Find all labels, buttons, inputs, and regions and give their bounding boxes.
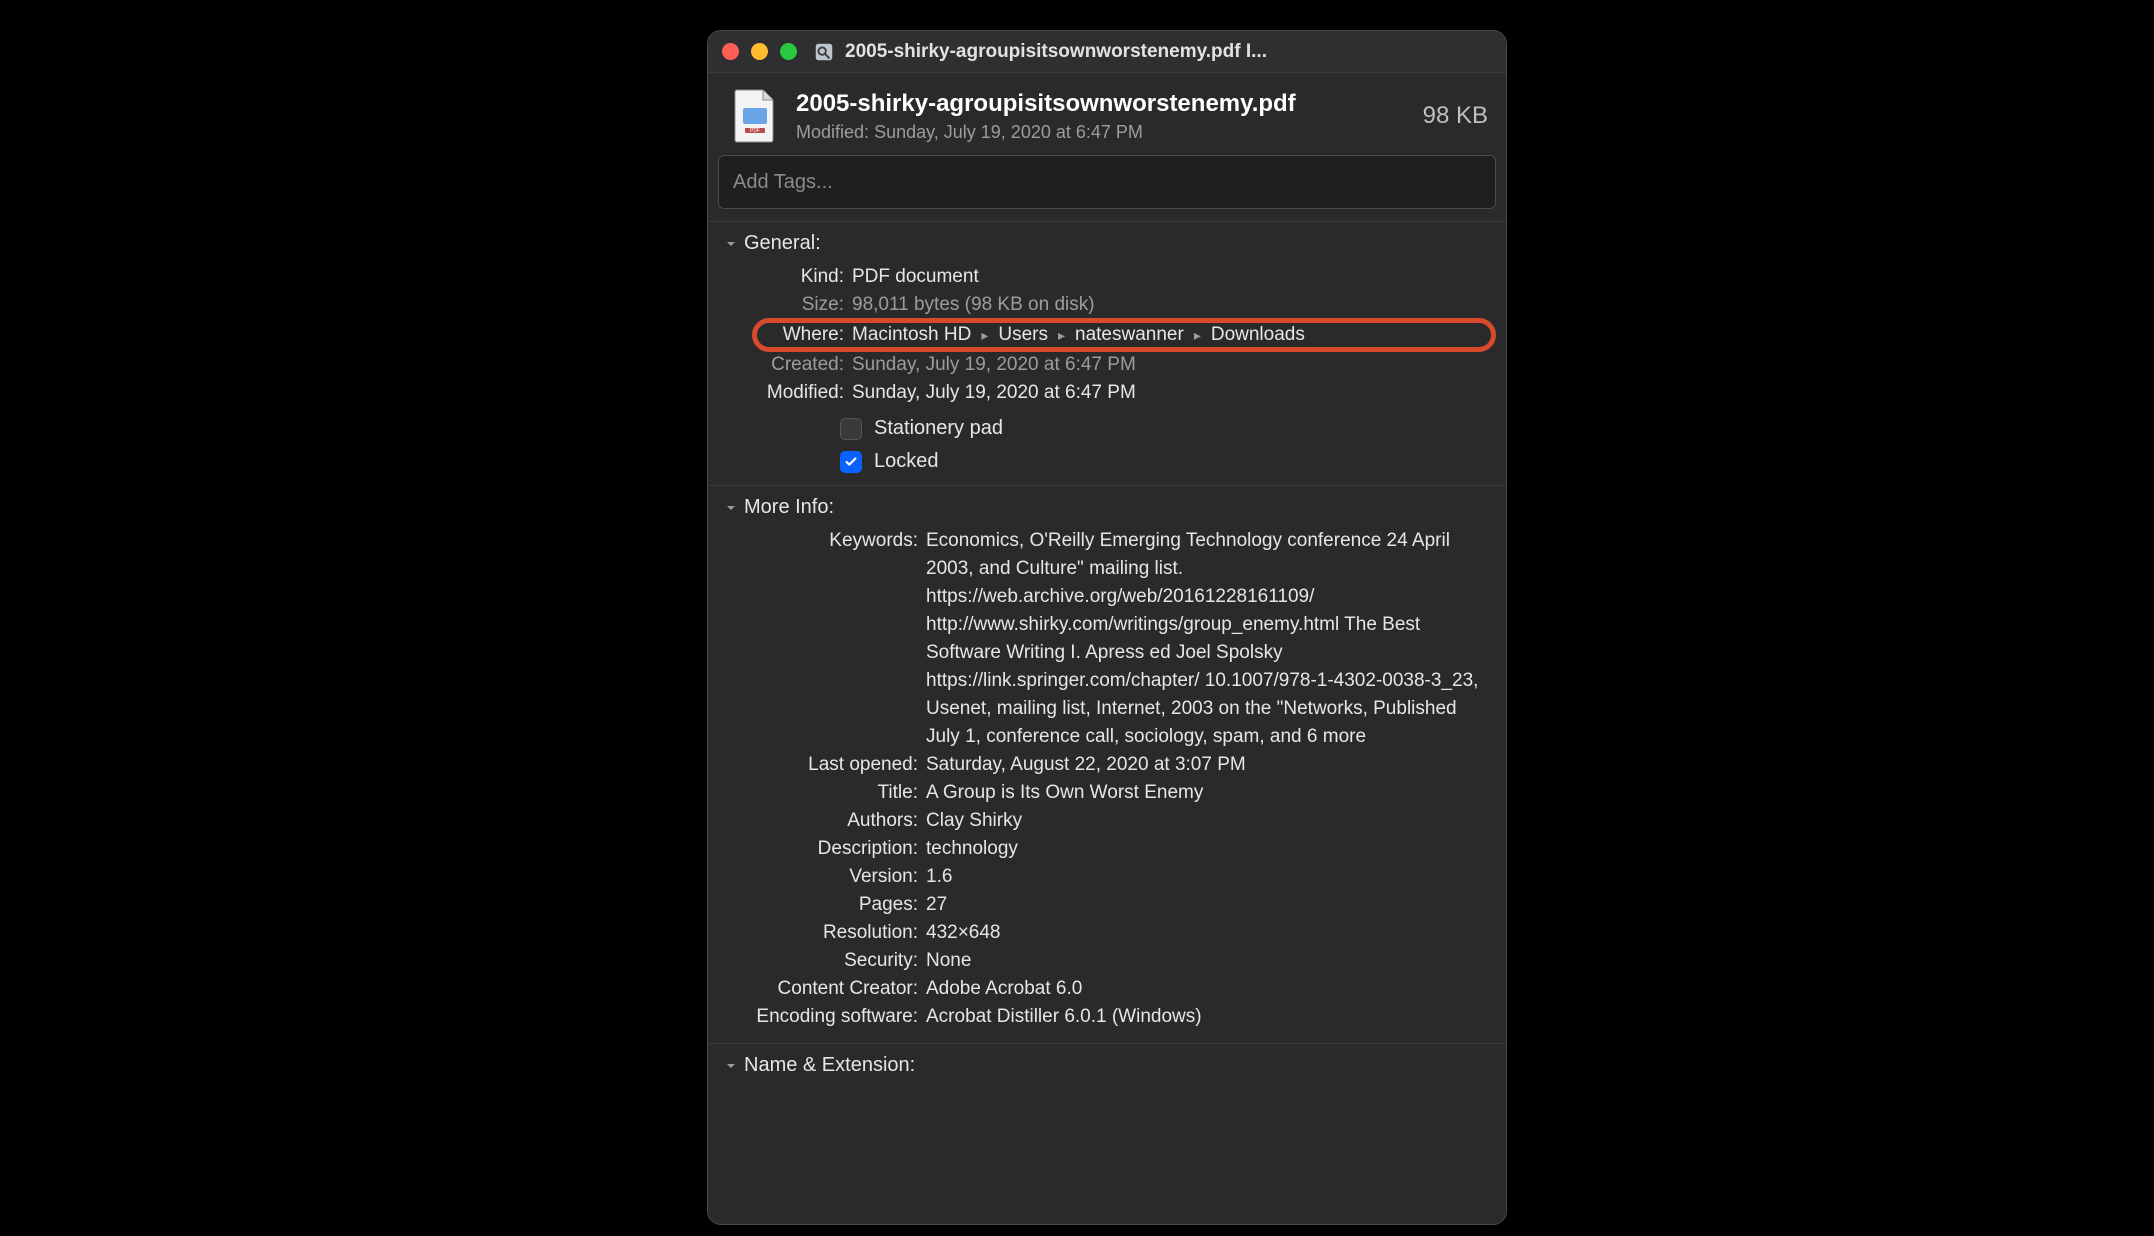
row-where: Where: Macintosh HD ▸ Users ▸ nateswanne… [724, 321, 1490, 349]
preview-app-icon [813, 41, 835, 63]
section-general-header[interactable]: General: [724, 232, 1490, 255]
row-authors: Authors: Clay Shirky [724, 807, 1490, 835]
row-version: Version: 1.6 [724, 863, 1490, 891]
section-general: General: Kind: PDF document Size: 98,011… [708, 221, 1506, 485]
modified-value: Sunday, July 19, 2020 at 6:47 PM [874, 122, 1143, 142]
row-last-opened: Last opened: Saturday, August 22, 2020 a… [724, 751, 1490, 779]
section-general-title: General: [744, 232, 821, 255]
section-more-info-header[interactable]: More Info: [724, 496, 1490, 519]
row-size: Size: 98,011 bytes (98 KB on disk) [724, 291, 1490, 319]
section-name-extension: Name & Extension: [708, 1043, 1506, 1101]
titlebar: 2005-shirky-agroupisitsownworstenemy.pdf… [708, 31, 1506, 73]
path-sep-icon: ▸ [1054, 321, 1069, 349]
row-security: Security: None [724, 947, 1490, 975]
modified-label: Modified: [796, 122, 869, 142]
chevron-down-icon [724, 501, 738, 515]
row-keywords: Keywords: Economics, O'Reilly Emerging T… [724, 527, 1490, 751]
checkbox-icon [840, 418, 862, 440]
chevron-down-icon [724, 1059, 738, 1073]
chevron-down-icon [724, 237, 738, 251]
section-name-extension-header[interactable]: Name & Extension: [724, 1054, 1490, 1077]
row-content-creator: Content Creator: Adobe Acrobat 6.0 [724, 975, 1490, 1003]
row-pages: Pages: 27 [724, 891, 1490, 919]
tags-input[interactable] [718, 155, 1496, 209]
row-kind: Kind: PDF document [724, 263, 1490, 291]
checkbox-checked-icon [840, 451, 862, 473]
info-window: 2005-shirky-agroupisitsownworstenemy.pdf… [707, 30, 1507, 1225]
row-created: Created: Sunday, July 19, 2020 at 6:47 P… [724, 351, 1490, 379]
row-modified: Modified: Sunday, July 19, 2020 at 6:47 … [724, 379, 1490, 407]
zoom-icon[interactable] [780, 43, 797, 60]
file-size: 98 KB [1423, 102, 1488, 130]
row-title: Title: A Group is Its Own Worst Enemy [724, 779, 1490, 807]
section-name-extension-title: Name & Extension: [744, 1054, 915, 1077]
minimize-icon[interactable] [751, 43, 768, 60]
svg-text:PDF: PDF [750, 128, 760, 134]
locked-checkbox[interactable]: Locked [840, 450, 1490, 473]
section-more-info: More Info: Keywords: Economics, O'Reilly… [708, 485, 1506, 1043]
section-more-info-title: More Info: [744, 496, 834, 519]
window-title: 2005-shirky-agroupisitsownworstenemy.pdf… [845, 41, 1492, 63]
path-sep-icon: ▸ [977, 321, 992, 349]
stationery-pad-checkbox[interactable]: Stationery pad [840, 417, 1490, 440]
file-type-icon: PDF [730, 87, 780, 145]
row-encoding-software: Encoding software: Acrobat Distiller 6.0… [724, 1003, 1490, 1031]
file-header: PDF 2005-shirky-agroupisitsownworstenemy… [708, 73, 1506, 155]
close-icon[interactable] [722, 43, 739, 60]
file-name: 2005-shirky-agroupisitsownworstenemy.pdf [796, 90, 1395, 118]
path-sep-icon: ▸ [1190, 321, 1205, 349]
where-path: Macintosh HD ▸ Users ▸ nateswanner ▸ Dow… [852, 321, 1490, 349]
row-resolution: Resolution: 432×648 [724, 919, 1490, 947]
traffic-lights [722, 43, 797, 60]
row-description: Description: technology [724, 835, 1490, 863]
